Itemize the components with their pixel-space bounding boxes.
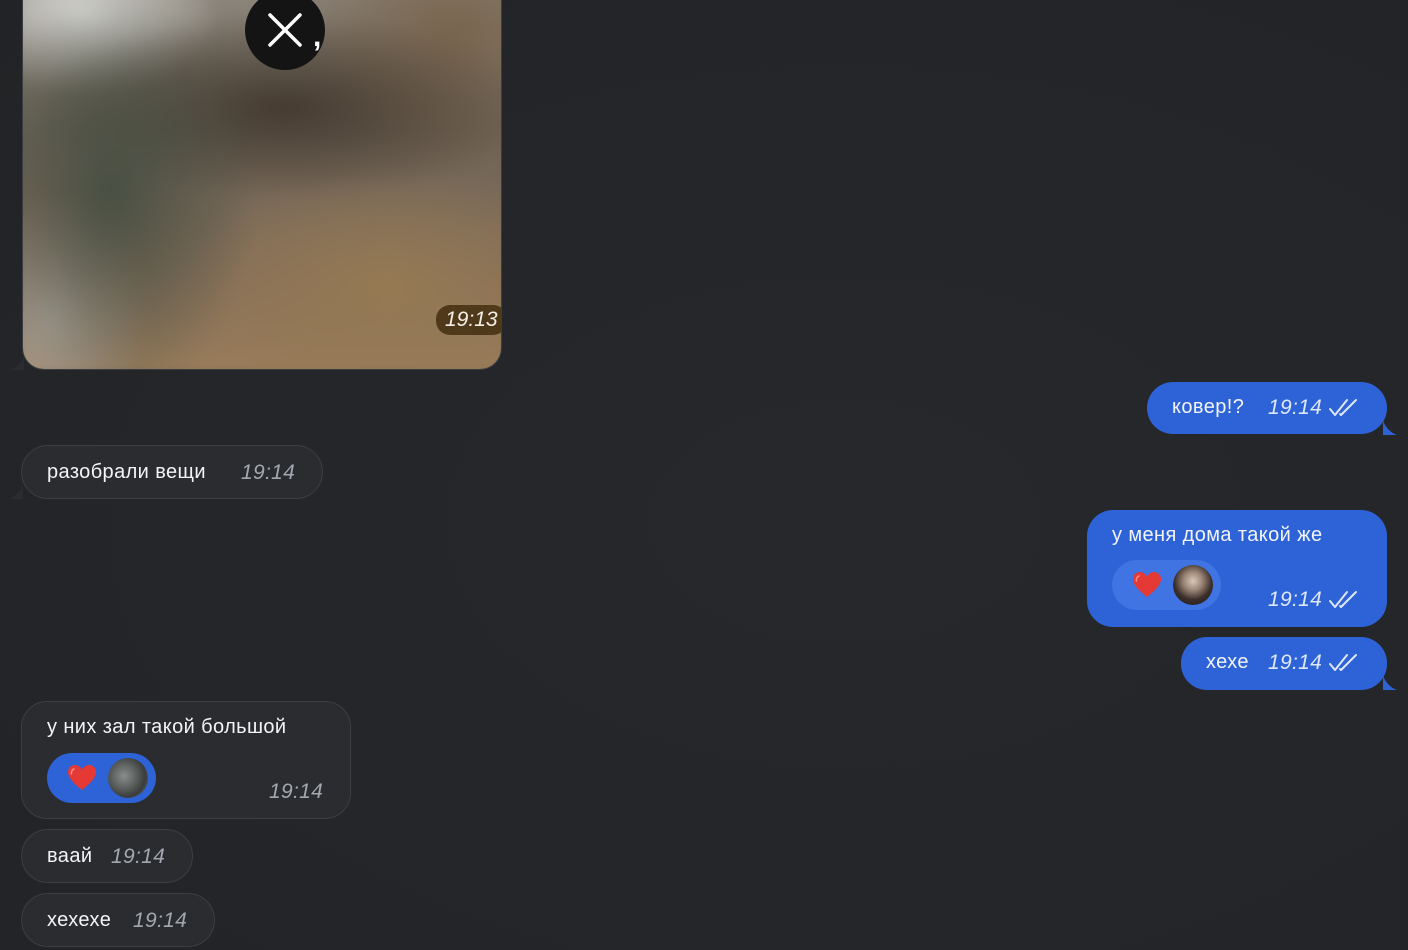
- incoming-message[interactable]: хехехе 19:14: [21, 893, 215, 947]
- heart-icon: [68, 765, 96, 790]
- message-text: ваай: [47, 845, 93, 867]
- heart-icon: [1133, 572, 1161, 597]
- message-text: у меня дома такой же: [1112, 524, 1323, 546]
- reaction-chip[interactable]: [47, 753, 156, 803]
- message-time: 19:14: [133, 909, 188, 932]
- message-time: 19:14: [241, 461, 296, 484]
- message-text: ковер!?: [1172, 396, 1245, 418]
- message-time: 19:14: [111, 845, 166, 868]
- bubble-tail: [1383, 676, 1397, 690]
- message-time: 19:13: [436, 305, 501, 335]
- bubble-tail: [10, 356, 24, 370]
- close-icon: [268, 13, 302, 47]
- message-text: хехе: [1206, 651, 1249, 673]
- double-check-icon: [1329, 399, 1357, 416]
- message-time: 19:14: [269, 780, 324, 803]
- reaction-chip[interactable]: [1112, 560, 1221, 610]
- incoming-message[interactable]: разобрали вещи 19:14: [21, 445, 323, 499]
- chat-view: , 19:13 ковер!? 19:14 разобрали вещи 19:…: [0, 0, 1408, 950]
- outgoing-message[interactable]: у меня дома такой же 19:14: [1087, 510, 1387, 627]
- image-message[interactable]: , 19:13: [22, 0, 502, 370]
- incoming-message[interactable]: ваай 19:14: [21, 829, 193, 883]
- bubble-tail: [9, 485, 23, 499]
- double-check-icon: [1329, 654, 1357, 671]
- message-time: 19:14: [1268, 588, 1323, 611]
- message-text: хехехе: [47, 909, 112, 931]
- close-comma-glyph: ,: [313, 20, 322, 53]
- outgoing-message[interactable]: ковер!? 19:14: [1147, 382, 1387, 434]
- avatar: [1173, 565, 1213, 605]
- incoming-message[interactable]: у них зал такой большой 19:14: [21, 701, 351, 819]
- message-text: разобрали вещи: [47, 461, 206, 483]
- message-time: 19:14: [1268, 396, 1323, 419]
- double-check-icon: [1329, 591, 1357, 608]
- outgoing-message[interactable]: хехе 19:14: [1181, 637, 1387, 690]
- message-text: у них зал такой большой: [47, 716, 287, 738]
- message-time: 19:14: [1268, 651, 1323, 674]
- bubble-tail: [1383, 421, 1397, 435]
- avatar: [108, 758, 148, 798]
